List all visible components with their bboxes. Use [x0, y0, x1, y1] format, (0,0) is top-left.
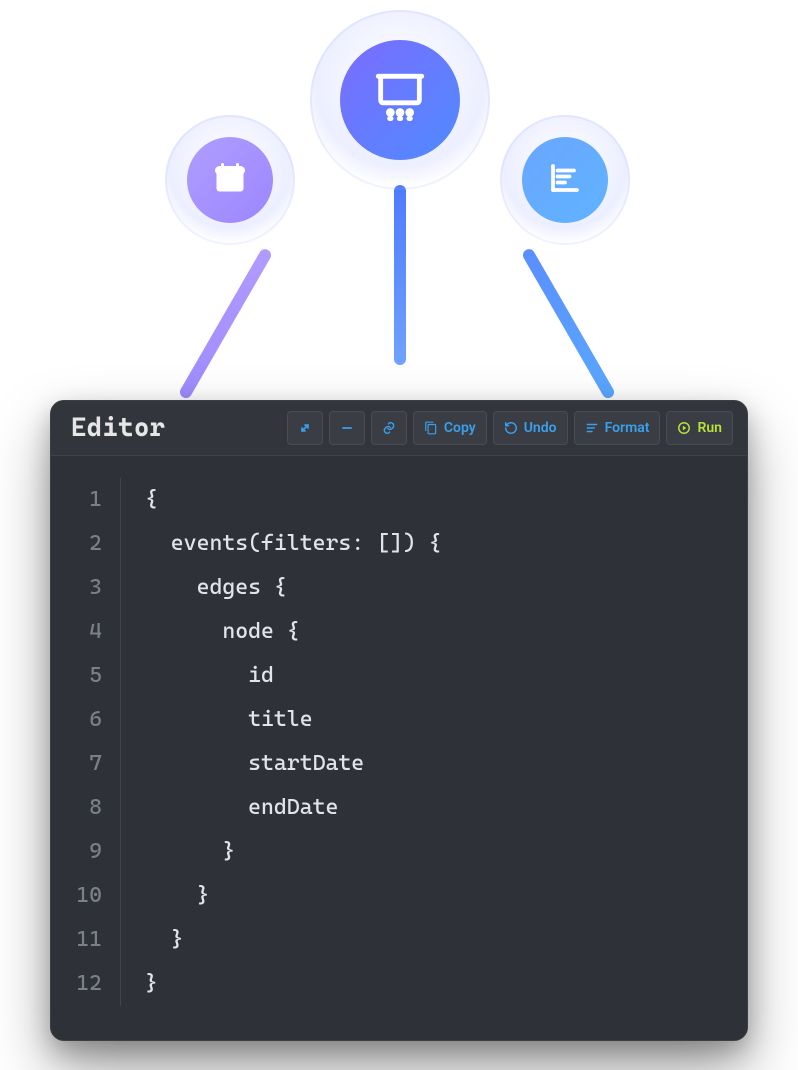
bubble-presentation [310, 10, 490, 190]
format-label: Format [605, 420, 650, 436]
format-icon [585, 421, 599, 435]
editor-panel: Editor Copy [50, 400, 748, 1041]
line-number: 8 [51, 786, 102, 830]
editor-toolbar: Copy Undo Format Run [287, 411, 733, 445]
line-number: 6 [51, 698, 102, 742]
expand-icon [298, 421, 312, 435]
code-line: id [145, 654, 441, 698]
code-line: endDate [145, 786, 441, 830]
line-number-gutter: 123456789101112 [51, 478, 121, 1006]
undo-icon [504, 421, 518, 435]
format-button[interactable]: Format [574, 411, 661, 445]
code-line: } [145, 874, 441, 918]
line-number: 9 [51, 830, 102, 874]
copy-icon [424, 421, 438, 435]
undo-button[interactable]: Undo [493, 411, 568, 445]
line-number: 2 [51, 522, 102, 566]
presentation-icon [371, 69, 429, 131]
code-line: { [145, 478, 441, 522]
code-area[interactable]: { events(filters: []) { edges { node { i… [121, 478, 441, 1006]
code-line: } [145, 830, 441, 874]
line-number: 4 [51, 610, 102, 654]
undo-label: Undo [524, 420, 557, 436]
editor-header: Editor Copy [51, 401, 747, 456]
editor-title: Editor [65, 413, 165, 443]
bubble-gantt [500, 115, 630, 245]
line-number: 7 [51, 742, 102, 786]
code-line: edges { [145, 566, 441, 610]
bubble-calendar [165, 115, 295, 245]
line-number: 10 [51, 874, 102, 918]
gantt-icon [547, 160, 583, 200]
code-line: startDate [145, 742, 441, 786]
run-label: Run [697, 420, 722, 436]
minus-icon [340, 421, 354, 435]
collapse-button[interactable] [329, 411, 365, 445]
line-number: 12 [51, 962, 102, 1006]
line-number: 5 [51, 654, 102, 698]
editor-body[interactable]: 123456789101112 { events(filters: []) { … [51, 456, 747, 1040]
link-button[interactable] [371, 411, 407, 445]
connector-right [521, 247, 616, 400]
line-number: 1 [51, 478, 102, 522]
play-circle-icon [677, 421, 691, 435]
code-line: } [145, 918, 441, 962]
copy-label: Copy [444, 420, 476, 436]
hero-illustration [0, 0, 798, 400]
code-line: } [145, 962, 441, 1006]
code-line: node { [145, 610, 441, 654]
run-button[interactable]: Run [666, 411, 733, 445]
line-number: 3 [51, 566, 102, 610]
link-icon [382, 421, 396, 435]
calendar-icon [212, 160, 248, 200]
expand-button[interactable] [287, 411, 323, 445]
copy-button[interactable]: Copy [413, 411, 487, 445]
connector-left [178, 247, 273, 400]
code-line: title [145, 698, 441, 742]
connector-center [394, 185, 406, 365]
line-number: 11 [51, 918, 102, 962]
code-line: events(filters: []) { [145, 522, 441, 566]
